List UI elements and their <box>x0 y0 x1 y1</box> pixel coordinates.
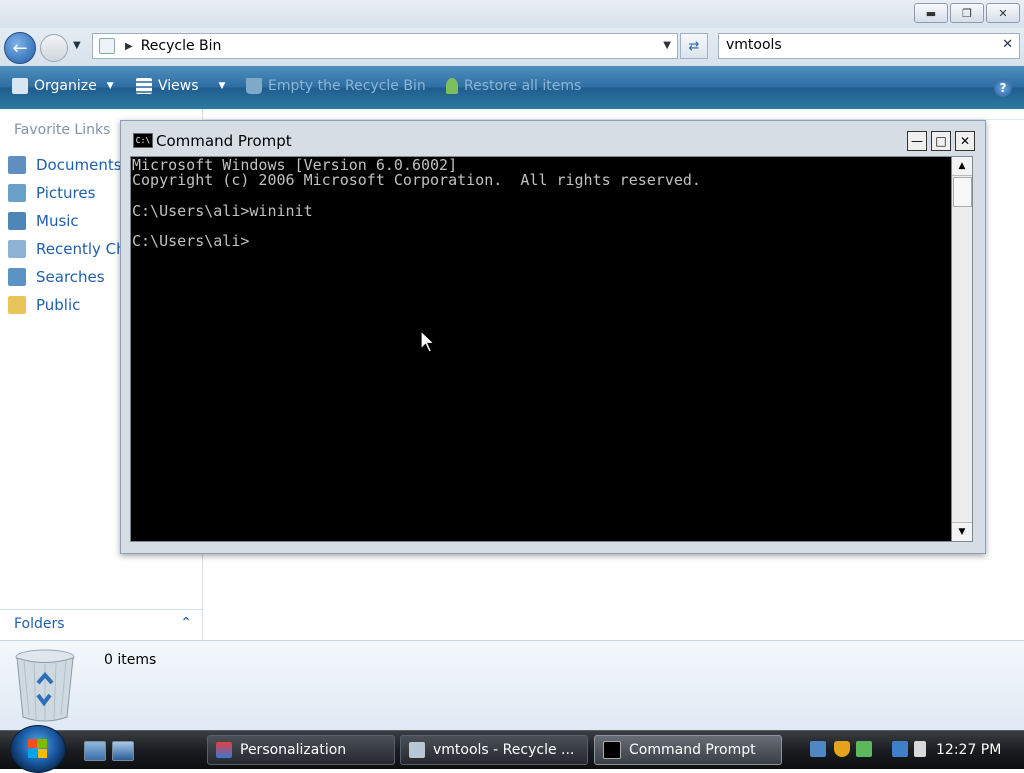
command-prompt-window[interactable]: C:\ Command Prompt — □ ✕ Microsoft Windo… <box>120 120 986 554</box>
organize-button[interactable]: Organize ▼ <box>12 78 114 94</box>
music-icon <box>8 212 26 230</box>
scroll-up-icon[interactable]: ▲ <box>952 157 972 176</box>
command-prompt-titlebar[interactable]: C:\ Command Prompt — □ ✕ <box>121 121 985 155</box>
network-status-icon[interactable] <box>810 741 826 757</box>
recycle-bin-icon <box>15 649 75 722</box>
favorite-link-documents[interactable]: Documents <box>8 151 126 179</box>
switch-windows-icon[interactable] <box>112 741 134 761</box>
address-bar[interactable]: ▶ Recycle Bin ▼ <box>92 33 678 59</box>
details-pane: 0 items <box>0 640 1024 731</box>
favorite-link-searches[interactable]: Searches <box>8 263 126 291</box>
favorite-link-label: Pictures <box>36 184 96 202</box>
recently-changed-icon <box>8 240 26 258</box>
documents-icon <box>8 156 26 174</box>
views-icon <box>136 78 152 94</box>
item-count: 0 items <box>104 652 157 668</box>
clock[interactable]: 12:27 PM <box>936 742 1001 758</box>
empty-recycle-bin-button[interactable]: Empty the Recycle Bin <box>246 78 426 94</box>
search-value[interactable]: vmtools <box>726 37 782 53</box>
back-arrow-icon: ← <box>12 37 28 59</box>
views-button[interactable]: Views ▼ <box>136 78 225 94</box>
favorite-link-recently-changed[interactable]: Recently Ch <box>8 235 126 263</box>
favorite-link-label: Music <box>36 212 79 230</box>
caption-buttons: ▬ ❐ ✕ <box>914 3 1020 23</box>
explorer-titlebar[interactable]: ▬ ❐ ✕ <box>0 0 1024 28</box>
forward-button[interactable] <box>40 34 68 62</box>
organize-icon <box>12 78 28 94</box>
empty-bin-icon <box>246 78 262 94</box>
taskbar-item-recycle-bin[interactable]: vmtools - Recycle ... <box>400 735 588 765</box>
restore-icon <box>446 78 458 94</box>
address-row: ← ▼ ▶ Recycle Bin ▼ ⇄ vmtools ✕ <box>0 28 1024 66</box>
show-desktop-icon[interactable] <box>84 741 106 761</box>
maximize-button[interactable]: □ <box>931 131 951 151</box>
chevron-up-icon: ⌃ <box>180 615 192 631</box>
security-shield-icon[interactable] <box>834 741 850 757</box>
favorite-link-music[interactable]: Music <box>8 207 126 235</box>
breadcrumb-chevron-icon[interactable]: ▶ <box>125 41 133 52</box>
refresh-button[interactable]: ⇄ <box>680 33 708 59</box>
task-label: vmtools - Recycle ... <box>433 742 575 758</box>
start-button[interactable] <box>10 725 66 773</box>
back-button[interactable]: ← <box>4 32 36 64</box>
scroll-down-icon[interactable]: ▼ <box>952 522 972 541</box>
help-icon[interactable]: ? <box>994 79 1012 97</box>
favorite-link-public[interactable]: Public <box>8 291 126 319</box>
searches-icon <box>8 268 26 286</box>
address-dropdown-icon[interactable]: ▼ <box>663 40 671 51</box>
chevron-down-icon: ▼ <box>106 81 114 91</box>
close-button[interactable]: ✕ <box>955 131 975 151</box>
notification-area: 12:27 PM <box>806 734 1024 766</box>
folders-bar[interactable]: Folders ⌃ <box>0 609 202 640</box>
minimize-button[interactable]: ▬ <box>914 3 948 23</box>
restore-all-button[interactable]: Restore all items <box>446 78 581 94</box>
task-label: Command Prompt <box>629 742 756 758</box>
caption-buttons: — □ ✕ <box>907 131 975 151</box>
column-header <box>203 109 1024 120</box>
vmware-tools-icon[interactable] <box>856 741 872 757</box>
favorite-link-label: Recently Ch <box>36 240 126 258</box>
taskbar-item-personalization[interactable]: Personalization <box>207 735 395 765</box>
recycle-bin-icon <box>409 742 425 758</box>
mouse-pointer-icon <box>420 330 436 353</box>
empty-recycle-bin-label: Empty the Recycle Bin <box>268 78 426 94</box>
personalization-icon <box>216 742 232 758</box>
command-bar: Organize ▼ Views ▼ Empty the Recycle Bin… <box>0 66 1024 109</box>
window-title: Command Prompt <box>156 132 292 150</box>
close-icon[interactable]: ✕ <box>1002 37 1013 52</box>
recent-pages-dropdown[interactable]: ▼ <box>73 40 81 51</box>
scroll-thumb[interactable] <box>953 177 972 207</box>
vertical-scrollbar[interactable]: ▲ ▼ <box>951 156 973 542</box>
favorite-link-label: Documents <box>36 156 122 174</box>
favorite-link-label: Public <box>36 296 81 314</box>
minimize-button[interactable]: — <box>907 131 927 151</box>
public-folder-icon <box>8 296 26 314</box>
favorite-links-header: Favorite Links <box>14 122 111 138</box>
restore-all-label: Restore all items <box>464 78 582 94</box>
views-label: Views <box>158 78 199 94</box>
maximize-button[interactable]: ❐ <box>950 3 984 23</box>
task-label: Personalization <box>240 742 347 758</box>
windows-flag-icon <box>28 739 48 759</box>
console-icon <box>603 741 621 759</box>
folders-label: Folders <box>14 616 65 632</box>
console-output[interactable]: Microsoft Windows [Version 6.0.6002] Cop… <box>131 157 951 250</box>
pictures-icon <box>8 184 26 202</box>
chevron-down-icon: ▼ <box>218 81 226 91</box>
console-screen[interactable]: Microsoft Windows [Version 6.0.6002] Cop… <box>130 156 952 542</box>
breadcrumb-recycle-bin[interactable]: Recycle Bin <box>141 38 222 54</box>
search-input[interactable]: vmtools ✕ <box>718 33 1020 59</box>
favorite-link-label: Searches <box>36 268 105 286</box>
taskbar: Personalization vmtools - Recycle ... Co… <box>0 725 1024 773</box>
recycle-bin-icon <box>99 38 115 54</box>
favorite-links-list: Documents Pictures Music Recently Ch Sea… <box>8 151 126 319</box>
volume-icon[interactable] <box>914 741 926 757</box>
refresh-icon: ⇄ <box>688 38 700 54</box>
taskbar-item-command-prompt[interactable]: Command Prompt <box>594 735 782 765</box>
close-button[interactable]: ✕ <box>986 3 1020 23</box>
organize-label: Organize <box>34 78 97 94</box>
console-icon: C:\ <box>133 133 153 148</box>
favorite-link-pictures[interactable]: Pictures <box>8 179 126 207</box>
network-icon[interactable] <box>892 741 908 757</box>
